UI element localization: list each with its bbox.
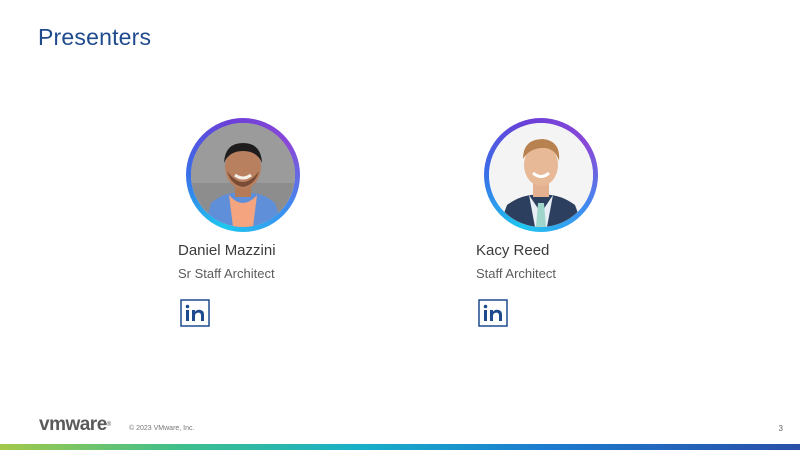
- slide-title: Presenters: [38, 24, 152, 50]
- logo-text: vmware: [39, 414, 107, 435]
- presenter-role: Sr Staff Architect: [178, 266, 275, 281]
- avatar-photo-kacy: [489, 123, 593, 227]
- vmware-logo: vmware®: [39, 415, 111, 435]
- presenter-card-2: Kacy Reed Staff Architect: [476, 118, 716, 327]
- avatar-photo-daniel: [191, 123, 295, 227]
- person-photo-icon: [489, 123, 593, 227]
- presenter-name: Daniel Mazzini: [178, 242, 276, 259]
- bottom-gradient-bar: [0, 444, 800, 450]
- registered-mark: ®: [106, 422, 111, 428]
- presenter-name: Kacy Reed: [476, 242, 550, 259]
- copyright-text: © 2023 VMware, Inc.: [129, 425, 195, 432]
- presenter-role: Staff Architect: [476, 266, 556, 281]
- linkedin-icon[interactable]: [478, 299, 508, 327]
- avatar-ring: [186, 118, 300, 232]
- person-photo-icon: [191, 123, 295, 227]
- presenter-card-1: Daniel Mazzini Sr Staff Architect: [178, 118, 418, 327]
- linkedin-icon[interactable]: [180, 299, 210, 327]
- page-number: 3: [778, 424, 783, 433]
- avatar-ring: [484, 118, 598, 232]
